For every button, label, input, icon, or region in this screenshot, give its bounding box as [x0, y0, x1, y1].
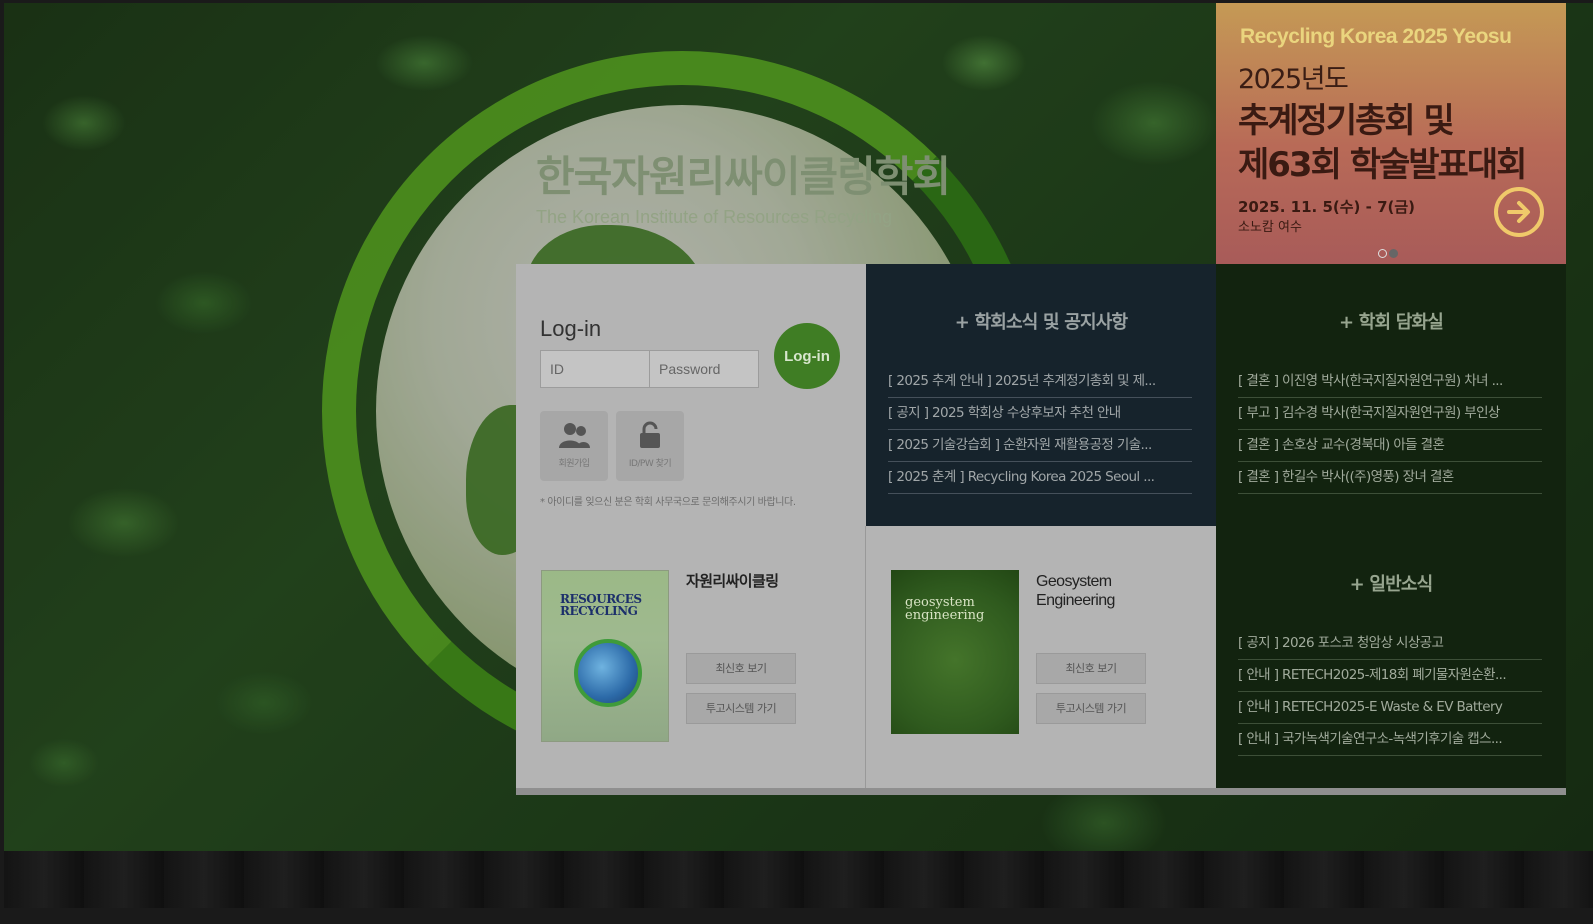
find-account-label: ID/PW 찾기	[628, 459, 672, 469]
journal-name-line2: Engineering	[1036, 592, 1115, 609]
journal-panel-resources-recycling: RESOURCES RECYCLING 자원리싸이클링 최신호 보기 투고시스템…	[516, 526, 866, 793]
login-button[interactable]: Log-in	[774, 323, 840, 389]
login-note: * 아이디를 잊으신 분은 학회 사무국으로 문의해주시기 바랍니다.	[540, 497, 796, 508]
general-news-list: [ 공지 ] 2026 포스코 청암상 시상공고 [ 안내 ] RETECH20…	[1238, 628, 1542, 756]
list-item[interactable]: [ 결혼 ] 이진영 박사(한국지질자원연구원) 차녀 ...	[1238, 366, 1542, 398]
pagination-dot-1[interactable]	[1378, 249, 1387, 258]
id-input[interactable]	[540, 350, 650, 388]
banner-year: 2025년도	[1238, 64, 1349, 95]
latest-issue-button[interactable]: 최신호 보기	[1036, 653, 1146, 684]
general-news-title[interactable]: + 일반소식	[1216, 570, 1566, 596]
list-item[interactable]: [ 결혼 ] 손호상 교수(경북대) 아들 결혼	[1238, 430, 1542, 462]
recycle-globe-icon	[574, 639, 642, 707]
site-title: 한국자원리싸이클링학회	[536, 152, 951, 201]
news-list: [ 2025 추계 안내 ] 2025년 추계정기총회 및 제... [ 공지 …	[888, 366, 1192, 494]
login-title: Log-in	[540, 316, 602, 341]
submission-system-button[interactable]: 투고시스템 가기	[1036, 693, 1146, 724]
discussion-title[interactable]: + 학회 담화실	[1216, 308, 1566, 334]
banner-pagination	[1378, 243, 1400, 262]
discussion-panel: + 학회 담화실 [ 결혼 ] 이진영 박사(한국지질자원연구원) 차녀 ...…	[1216, 264, 1566, 526]
journal-panel-geosystem: geosystem engineering Geosystem Engineer…	[866, 526, 1216, 793]
list-item[interactable]: [ 2025 추계 안내 ] 2025년 추계정기총회 및 제...	[888, 366, 1192, 398]
list-item[interactable]: [ 2025 춘계 ] Recycling Korea 2025 Seoul .…	[888, 462, 1192, 494]
join-label: 회원가입	[558, 459, 590, 469]
cover-title: geosystem engineering	[905, 595, 985, 623]
login-panel: Log-in Log-in 회원가입 ID/PW 찾기 * 아이디를 잊으신 분…	[516, 264, 866, 526]
latest-issue-button[interactable]: 최신호 보기	[686, 653, 796, 684]
discussion-list: [ 결혼 ] 이진영 박사(한국지질자원연구원) 차녀 ... [ 부고 ] 김…	[1238, 366, 1542, 494]
users-icon	[559, 423, 590, 448]
banner-headline-1: 추계정기총회 및	[1238, 101, 1455, 141]
join-button[interactable]: 회원가입	[540, 411, 608, 481]
news-title[interactable]: + 학회소식 및 공지사항	[866, 308, 1216, 334]
banner-place: 소노캄 여수	[1238, 220, 1302, 235]
banner-headline-2: 제63회 학술발표대회	[1238, 145, 1527, 185]
list-item[interactable]: [ 안내 ] 국가녹색기술연구소-녹색기후기술 캡스...	[1238, 724, 1542, 756]
panel-bottom-divider	[516, 788, 1566, 795]
journal-cover-image[interactable]: RESOURCES RECYCLING	[541, 570, 669, 742]
list-item[interactable]: [ 공지 ] 2025 학회상 수상후보자 추천 안내	[888, 398, 1192, 430]
submission-system-button[interactable]: 투고시스템 가기	[686, 693, 796, 724]
site-subtitle: The Korean Institute of Resources Recycl…	[536, 207, 893, 227]
banner-tagline: Recycling Korea 2025 Yeosu	[1240, 25, 1512, 48]
journal-name: 자원리싸이클링	[686, 572, 779, 590]
banner-date: 2025. 11. 5(수) - 7(금)	[1238, 198, 1416, 216]
journal-name: Geosystem Engineering	[1036, 572, 1115, 610]
page-background: 한국자원리싸이클링학회 The Korean Institute of Reso…	[4, 3, 1593, 908]
list-item[interactable]: [ 공지 ] 2026 포스코 청암상 시상공고	[1238, 628, 1542, 660]
journal-name-line1: Geosystem	[1036, 573, 1112, 590]
list-item[interactable]: [ 안내 ] RETECH2025-제18회 폐기물자원순환...	[1238, 660, 1542, 692]
find-account-button[interactable]: ID/PW 찾기	[616, 411, 684, 481]
list-item[interactable]: [ 결혼 ] 한길수 박사((주)영풍) 장녀 결혼	[1238, 462, 1542, 494]
event-banner[interactable]: Recycling Korea 2025 Yeosu 2025년도 추계정기총회…	[1216, 3, 1566, 264]
lock-icon	[640, 421, 660, 448]
list-item[interactable]: [ 안내 ] RETECH2025-E Waste & EV Battery	[1238, 692, 1542, 724]
cover-title: RESOURCES RECYCLING	[560, 592, 642, 618]
list-item[interactable]: [ 2025 기술강습회 ] 순환자원 재활용공정 기술...	[888, 430, 1192, 462]
list-item[interactable]: [ 부고 ] 김수경 박사(한국지질자원연구원) 부인상	[1238, 398, 1542, 430]
arrow-right-icon[interactable]	[1494, 187, 1544, 237]
journal-cover-image[interactable]: geosystem engineering	[891, 570, 1019, 734]
pagination-dot-2[interactable]	[1389, 249, 1398, 258]
password-input[interactable]	[649, 350, 759, 388]
general-news-panel: + 일반소식 [ 공지 ] 2026 포스코 청암상 시상공고 [ 안내 ] R…	[1216, 526, 1566, 788]
news-panel: + 학회소식 및 공지사항 [ 2025 추계 안내 ] 2025년 추계정기총…	[866, 264, 1216, 526]
